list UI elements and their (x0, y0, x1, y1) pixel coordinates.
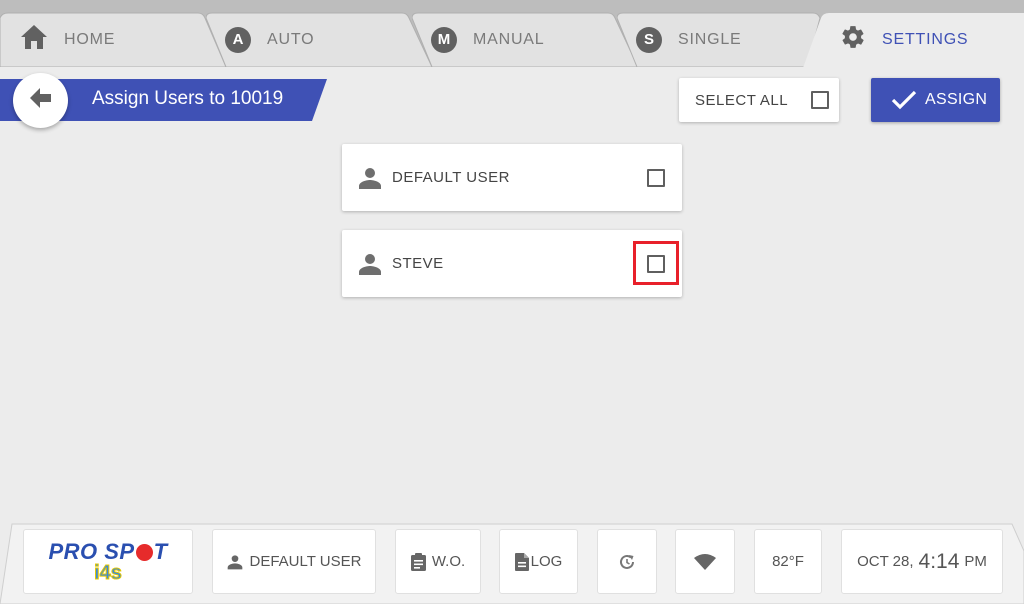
person-icon (358, 252, 382, 281)
temperature-display: 82°F (754, 529, 822, 594)
back-button[interactable] (13, 73, 68, 128)
tab-label: SETTINGS (882, 30, 969, 48)
logo-subtitle: i4s (94, 561, 123, 584)
manual-icon: M (431, 26, 457, 53)
select-all-button[interactable]: SELECT ALL (679, 78, 839, 122)
assign-label: ASSIGN (925, 91, 988, 108)
wifi-button[interactable] (675, 529, 735, 594)
page-title: Assign Users to 10019 (92, 88, 284, 109)
logo: PRO SP T (48, 538, 168, 564)
time-value: 4:14 (918, 549, 960, 573)
work-order-button[interactable]: W.O. (395, 529, 481, 594)
ampm-value: PM (964, 553, 987, 570)
current-user-button[interactable]: DEFAULT USER (212, 529, 376, 594)
tab-label: HOME (64, 30, 116, 48)
current-user-label: DEFAULT USER (249, 553, 362, 570)
user-name: DEFAULT USER (392, 169, 510, 186)
person-icon (227, 554, 243, 570)
datetime-display: OCT 28, 4:14 PM (841, 529, 1003, 594)
temperature-value: 82°F (772, 553, 804, 570)
logo-box: PRO SP T i4s (23, 529, 193, 594)
user-name: STEVE (392, 255, 444, 272)
tab-bar: HOME A AUTO M MANUAL S SINGLE SETTINGS (0, 0, 1024, 67)
user-list-item[interactable]: DEFAULT USER (342, 144, 682, 211)
logo-dot (135, 543, 153, 561)
clipboard-icon (410, 552, 426, 571)
tab-auto[interactable]: A AUTO (206, 12, 432, 67)
tab-home[interactable]: HOME (0, 12, 226, 67)
user-checkbox[interactable] (647, 169, 665, 187)
tab-settings[interactable]: SETTINGS (803, 12, 1024, 67)
tab-label: MANUAL (473, 30, 545, 48)
check-icon (891, 90, 917, 110)
single-icon: S (636, 26, 662, 53)
history-button[interactable] (597, 529, 657, 594)
select-all-checkbox[interactable] (811, 91, 829, 109)
user-list-item[interactable]: STEVE (342, 230, 682, 297)
tab-manual[interactable]: M MANUAL (412, 12, 638, 67)
wifi-icon (694, 553, 716, 570)
person-icon (358, 166, 382, 195)
auto-icon: A (225, 26, 251, 53)
logo-text: PRO SP (48, 538, 135, 564)
document-icon (514, 552, 529, 571)
tab-label: AUTO (267, 30, 315, 48)
select-all-label: SELECT ALL (695, 91, 789, 109)
history-icon (618, 553, 636, 571)
arrow-left-icon (29, 88, 52, 113)
log-label: LOG (530, 553, 563, 570)
home-icon (20, 24, 48, 55)
logo-text-end: T (153, 538, 168, 564)
gear-icon (840, 24, 866, 55)
log-button[interactable]: LOG (499, 529, 578, 594)
work-order-label: W.O. (431, 553, 466, 570)
assign-button[interactable]: ASSIGN (871, 78, 1000, 122)
user-checkbox[interactable] (647, 255, 665, 273)
tab-label: SINGLE (678, 30, 742, 48)
date-value: OCT 28, (857, 553, 914, 570)
